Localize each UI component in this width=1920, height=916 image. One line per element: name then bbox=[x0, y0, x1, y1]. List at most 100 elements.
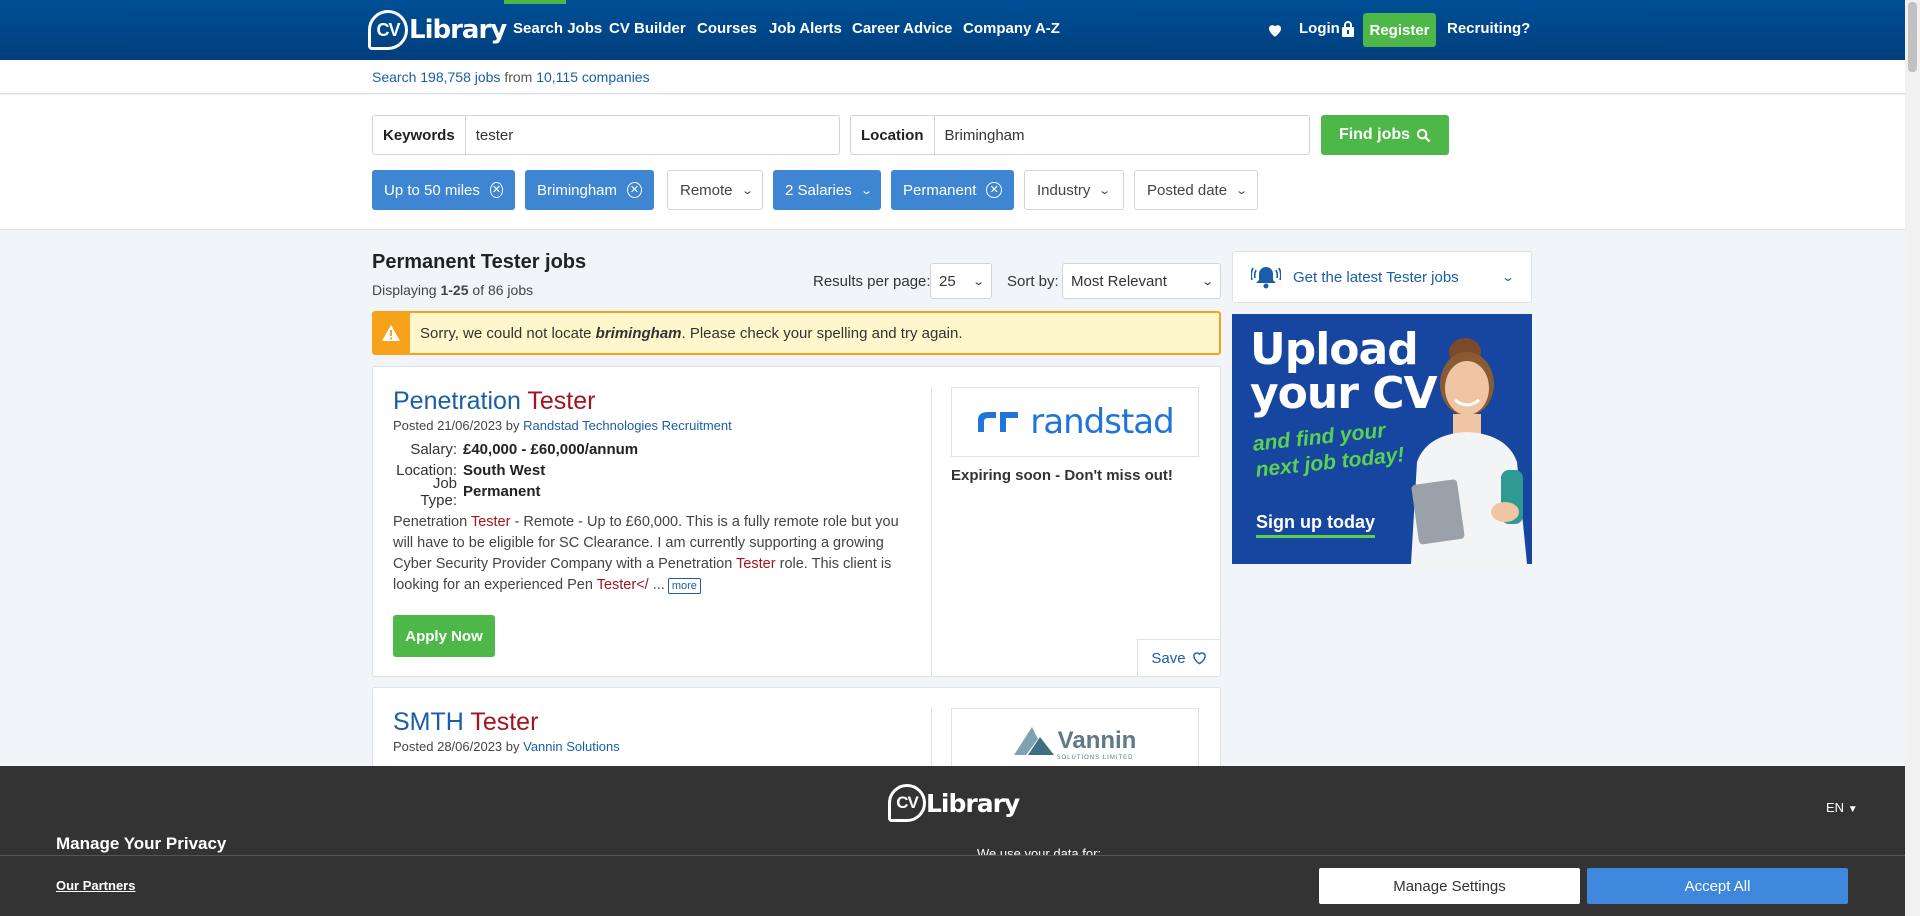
nav-company-a-z[interactable]: Company A-Z bbox=[963, 20, 1060, 37]
lock-icon bbox=[1342, 21, 1354, 37]
filter-industry-dropdown[interactable]: Industry ⌄ bbox=[1024, 170, 1124, 210]
expiring-notice: Expiring soon - Don't miss out! bbox=[951, 467, 1173, 484]
job-title-part: SMTH bbox=[393, 708, 464, 736]
nav-cv-builder[interactable]: CV Builder bbox=[609, 20, 686, 37]
salary-value: £40,000 - £60,000/annum bbox=[463, 441, 639, 458]
chevron-down-icon: ⌄ bbox=[971, 275, 985, 288]
our-partners-link[interactable]: Our Partners bbox=[56, 878, 135, 893]
banner-headline-line1: Upload bbox=[1250, 324, 1419, 375]
filter-posted-date-dropdown[interactable]: Posted date ⌄ bbox=[1134, 170, 1258, 210]
results-displaying-label: Displaying bbox=[372, 282, 437, 298]
sort-select[interactable]: Most Relevant ⌄ bbox=[1062, 263, 1221, 299]
manage-settings-button[interactable]: Manage Settings bbox=[1319, 868, 1580, 904]
heart-icon[interactable] bbox=[1266, 21, 1284, 39]
filter-distance-chip[interactable]: Up to 50 miles ✕ bbox=[372, 170, 515, 210]
remove-filter-icon[interactable]: ✕ bbox=[489, 182, 503, 198]
filter-remote-dropdown[interactable]: Remote ⌄ bbox=[667, 170, 763, 210]
filter-distance-label: Up to 50 miles bbox=[384, 181, 480, 199]
card-divider bbox=[931, 387, 932, 677]
remove-filter-icon[interactable]: ✕ bbox=[986, 182, 1002, 198]
desc-highlight: Tester bbox=[736, 556, 776, 572]
privacy-title: Manage Your Privacy bbox=[56, 834, 227, 853]
privacy-banner: CV Library Manage Your Privacy We use yo… bbox=[0, 766, 1905, 916]
login-link[interactable]: Login bbox=[1299, 20, 1340, 37]
warning-icon bbox=[372, 313, 410, 353]
company-logo[interactable]: randstad bbox=[951, 387, 1199, 457]
desc-highlight: Tester</ bbox=[596, 577, 649, 593]
vannin-logo-subtext: SOLUTIONS LIMITED bbox=[1056, 755, 1134, 761]
job-company-link[interactable]: Randstad Technologies Recruitment bbox=[523, 418, 732, 433]
jobs-link[interactable]: jobs bbox=[475, 69, 501, 85]
location-field[interactable]: Location Brimingham bbox=[850, 115, 1310, 155]
filter-jobtype-chip[interactable]: Permanent ✕ bbox=[891, 170, 1014, 210]
save-job-button[interactable]: Save bbox=[1137, 639, 1220, 676]
randstad-logo-text: randstad bbox=[1030, 402, 1174, 442]
find-jobs-label: Find jobs bbox=[1338, 126, 1411, 143]
keywords-input[interactable]: tester bbox=[466, 116, 839, 154]
job-alert-text: Get the latest Tester jobs bbox=[1293, 269, 1459, 286]
jobs-count-link[interactable]: 198,758 bbox=[420, 69, 471, 85]
language-value: EN bbox=[1826, 800, 1845, 815]
register-button[interactable]: Register bbox=[1363, 13, 1436, 47]
results-per-page-select[interactable]: 25 ⌄ bbox=[930, 263, 992, 299]
vannin-logo-text: Vannin bbox=[1057, 727, 1137, 754]
search-icon bbox=[1416, 128, 1431, 142]
results-count: Displaying 1-25 of 86 jobs bbox=[372, 282, 533, 298]
privacy-actions-bar: Our Partners Manage Settings Accept All bbox=[0, 855, 1905, 916]
salary-key: Salary: bbox=[410, 441, 457, 458]
nav-job-alerts[interactable]: Job Alerts bbox=[769, 20, 842, 37]
filter-remote-label: Remote bbox=[680, 181, 733, 199]
location-value: South West bbox=[463, 462, 546, 479]
job-company-link[interactable]: Vannin Solutions bbox=[523, 739, 620, 754]
sort-value: Most Relevant bbox=[1071, 272, 1167, 290]
apply-now-button[interactable]: Apply Now bbox=[393, 615, 495, 657]
filter-location-label: Brimingham bbox=[537, 181, 618, 199]
find-jobs-button[interactable]: Find jobs bbox=[1321, 115, 1449, 155]
nav-courses[interactable]: Courses bbox=[697, 20, 757, 37]
job-title-link[interactable]: SMTH Tester bbox=[393, 708, 538, 737]
scrollbar-thumb[interactable] bbox=[1908, 2, 1917, 72]
warning-message: Sorry, we could not locate brimingham. P… bbox=[410, 325, 963, 342]
caret-down-icon: ▼ bbox=[1847, 804, 1858, 815]
recruiting-link[interactable]: Recruiting? bbox=[1447, 20, 1530, 37]
language-selector[interactable]: EN ▼ bbox=[1826, 800, 1858, 815]
filter-salary-dropdown[interactable]: 2 Salaries ⌄ bbox=[773, 170, 881, 210]
warning-message-pre: Sorry, we could not locate bbox=[420, 324, 592, 342]
keywords-label: Keywords bbox=[373, 116, 466, 154]
bell-alert-icon bbox=[1251, 267, 1281, 289]
location-label: Location bbox=[851, 116, 935, 154]
page-scrollbar[interactable] bbox=[1905, 0, 1920, 916]
results-per-page-label: Results per page: bbox=[813, 273, 931, 290]
filter-jobtype-label: Permanent bbox=[903, 181, 977, 199]
location-input[interactable]: Brimingham bbox=[935, 116, 1310, 154]
companies-count-link[interactable]: 10,115 bbox=[536, 69, 578, 85]
filter-posted-date-label: Posted date bbox=[1147, 181, 1228, 199]
stats-prefix: Search bbox=[372, 69, 417, 85]
job-title-highlight: Tester bbox=[527, 387, 596, 415]
banner-signup-cta[interactable]: Sign up today bbox=[1256, 512, 1375, 538]
filter-location-chip[interactable]: Brimingham ✕ bbox=[525, 170, 654, 210]
companies-link[interactable]: companies bbox=[582, 69, 650, 85]
results-range: 1-25 bbox=[440, 282, 469, 298]
chevron-down-icon: ⌄ bbox=[1200, 275, 1214, 288]
nav-career-advice[interactable]: Career Advice bbox=[852, 20, 952, 37]
job-posted-info: Posted 28/06/2023 by Vannin Solutions bbox=[393, 739, 620, 754]
job-posted-date: Posted 21/06/2023 by bbox=[393, 418, 520, 433]
more-button[interactable]: more bbox=[667, 578, 701, 594]
search-panel: Keywords tester Location Brimingham Find… bbox=[0, 95, 1905, 230]
desc-ellipsis: ... bbox=[652, 577, 665, 593]
job-description: Penetration Tester - Remote - Up to £60,… bbox=[393, 512, 913, 596]
remove-filter-icon[interactable]: ✕ bbox=[627, 182, 642, 198]
cv-library-logo[interactable]: CV Library bbox=[368, 8, 507, 52]
keywords-field[interactable]: Keywords tester bbox=[372, 115, 840, 155]
accept-all-button[interactable]: Accept All bbox=[1587, 868, 1848, 904]
job-title-link[interactable]: Penetration Tester bbox=[393, 387, 595, 416]
active-nav-indicator bbox=[504, 0, 566, 4]
results-per-page-value: 25 bbox=[939, 272, 956, 290]
upload-cv-banner[interactable]: Upload your CV and find your next job to… bbox=[1232, 314, 1532, 564]
job-alert-signup[interactable]: Get the latest Tester jobs ⌄ bbox=[1232, 251, 1532, 303]
job-title-part: Penetration bbox=[393, 387, 521, 415]
nav-search-jobs[interactable]: Search Jobs bbox=[513, 20, 602, 37]
job-alert-post: jobs bbox=[1431, 268, 1459, 286]
chevron-down-icon: ⌄ bbox=[1500, 270, 1516, 284]
